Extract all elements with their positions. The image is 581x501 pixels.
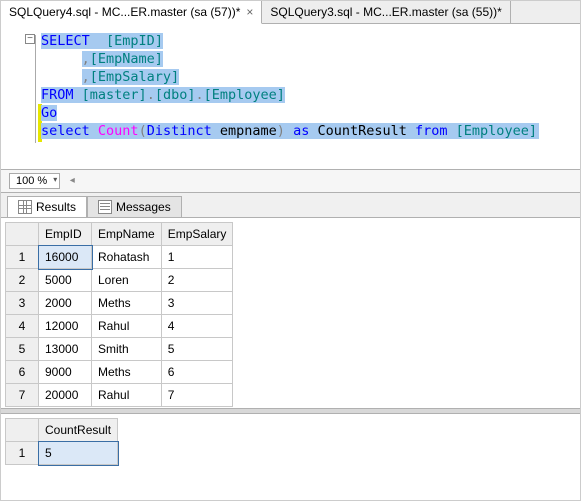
col-empname: empname (220, 123, 277, 139)
zoom-bar: 100 % ◂ (1, 170, 580, 193)
grid-icon (18, 200, 32, 214)
cell[interactable]: 7 (161, 384, 233, 407)
tbl-employee: [Employee] (204, 87, 285, 103)
dot: . (195, 87, 203, 103)
cell[interactable]: Rahul (92, 384, 162, 407)
paren: ( (139, 123, 147, 139)
tab-label: Results (36, 200, 76, 214)
cell[interactable]: Rahul (92, 315, 162, 338)
table-row[interactable]: 1 16000 Rohatash 1 (6, 246, 233, 269)
zoom-dropdown[interactable]: 100 % (9, 173, 60, 189)
close-icon[interactable]: × (246, 5, 253, 19)
results-pane-1[interactable]: EmpID EmpName EmpSalary 1 16000 Rohatash… (1, 218, 580, 408)
tbl-employee: [Employee] (456, 123, 539, 139)
results-grid-1: EmpID EmpName EmpSalary 1 16000 Rohatash… (5, 222, 233, 407)
tab-sqlquery3[interactable]: SQLQuery3.sql - MC...ER.master (sa (55))… (262, 1, 510, 23)
table-row[interactable]: 2 5000 Loren 2 (6, 269, 233, 292)
table-row[interactable]: 4 12000 Rahul 4 (6, 315, 233, 338)
table-row[interactable]: 7 20000 Rahul 7 (6, 384, 233, 407)
results-grid-2: CountResult 1 5 (5, 418, 118, 465)
rownum: 1 (6, 246, 39, 269)
col-empname[interactable]: EmpName (92, 223, 162, 246)
cell[interactable]: Smith (92, 338, 162, 361)
kw-select: SELECT (41, 33, 90, 49)
kw-from: FROM (41, 87, 74, 103)
cell[interactable]: 9000 (39, 361, 92, 384)
db-master: [master] (82, 87, 147, 103)
rownum: 2 (6, 269, 39, 292)
zoom-value: 100 % (16, 175, 47, 187)
cell[interactable]: Loren (92, 269, 162, 292)
sql-editor[interactable]: − SELECT [EmpID] ,[EmpName] ,[EmpSalary]… (1, 24, 580, 170)
kw-go: Go (41, 105, 57, 121)
sql-text[interactable]: SELECT [EmpID] ,[EmpName] ,[EmpSalary] F… (1, 24, 580, 148)
cell[interactable]: 4 (161, 315, 233, 338)
rownum: 1 (6, 442, 39, 465)
kw-select: select (41, 123, 90, 139)
file-tabs: SQLQuery4.sql - MC...ER.master (sa (57))… (1, 1, 580, 24)
cell[interactable]: Rohatash (92, 246, 162, 269)
cell[interactable]: 20000 (39, 384, 92, 407)
cell[interactable]: Meths (92, 361, 162, 384)
col-empsalary: [EmpSalary] (90, 69, 179, 85)
col-empsalary[interactable]: EmpSalary (161, 223, 233, 246)
cell[interactable]: 12000 (39, 315, 92, 338)
kw-distinct: Distinct (147, 123, 212, 139)
cell[interactable]: 2000 (39, 292, 92, 315)
cell[interactable]: 3 (161, 292, 233, 315)
hscroll[interactable]: ◂ (66, 174, 572, 188)
fn-count: Count (98, 123, 139, 139)
col-empid[interactable]: EmpID (39, 223, 92, 246)
cell[interactable]: 6 (161, 361, 233, 384)
col-rownum[interactable] (6, 419, 39, 442)
kw-as: as (293, 123, 309, 139)
cell[interactable]: 1 (161, 246, 233, 269)
scroll-left-icon[interactable]: ◂ (66, 174, 78, 188)
cell[interactable]: 5000 (39, 269, 92, 292)
table-row[interactable]: 1 5 (6, 442, 118, 465)
result-tabs: Results Messages (1, 193, 580, 218)
table-row[interactable]: 6 9000 Meths 6 (6, 361, 233, 384)
tab-sqlquery4[interactable]: SQLQuery4.sql - MC...ER.master (sa (57))… (1, 1, 262, 24)
col-empid: [EmpID] (106, 33, 163, 49)
paren: ) (277, 123, 285, 139)
rownum: 6 (6, 361, 39, 384)
col-empname: [EmpName] (90, 51, 163, 67)
messages-icon (98, 200, 112, 214)
comma: , (82, 51, 90, 67)
rownum: 7 (6, 384, 39, 407)
cell[interactable]: 5 (161, 338, 233, 361)
rownum: 3 (6, 292, 39, 315)
kw-from: from (415, 123, 448, 139)
rownum: 5 (6, 338, 39, 361)
col-rownum[interactable] (6, 223, 39, 246)
cell[interactable]: 2 (161, 269, 233, 292)
cell[interactable]: 13000 (39, 338, 92, 361)
tab-label: SQLQuery4.sql - MC...ER.master (sa (57))… (9, 5, 240, 19)
comma: , (82, 69, 90, 85)
cell[interactable]: Meths (92, 292, 162, 315)
cell[interactable]: 16000 (39, 246, 92, 269)
tab-messages[interactable]: Messages (87, 196, 182, 217)
table-row[interactable]: 5 13000 Smith 5 (6, 338, 233, 361)
schema-dbo: [dbo] (155, 87, 196, 103)
tab-label: SQLQuery3.sql - MC...ER.master (sa (55))… (270, 5, 501, 19)
cell[interactable]: 5 (39, 442, 118, 465)
results-pane-2[interactable]: CountResult 1 5 (1, 414, 580, 484)
tab-label: Messages (116, 200, 171, 214)
col-countresult[interactable]: CountResult (39, 419, 118, 442)
tab-results[interactable]: Results (7, 196, 87, 217)
table-row[interactable]: 3 2000 Meths 3 (6, 292, 233, 315)
dot: . (147, 87, 155, 103)
alias-countresult: CountResult (317, 123, 406, 139)
rownum: 4 (6, 315, 39, 338)
